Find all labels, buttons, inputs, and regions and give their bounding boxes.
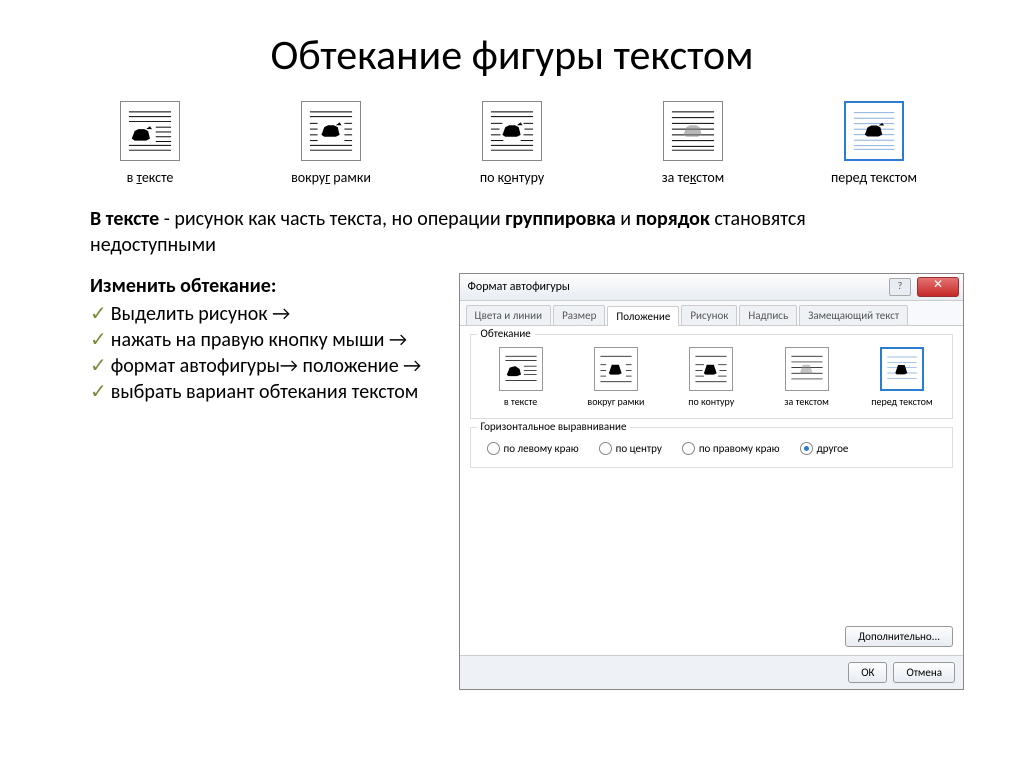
wrap-inline-label: в тексте — [127, 169, 174, 186]
dialog-titlebar[interactable]: Формат автофигуры ? ✕ — [460, 274, 963, 301]
wrap-behind-label: за текстом — [662, 169, 724, 186]
wrap-fieldset: Обтекание в тексте вокруг рамки по ко — [470, 334, 953, 419]
tab-picture[interactable]: Рисунок — [681, 305, 737, 325]
dialog-title: Формат автофигуры — [468, 280, 570, 294]
instructions-block: Изменить обтекание: Выделить рисунок → н… — [60, 273, 439, 690]
wrap-tight-icon — [689, 347, 733, 391]
tab-size[interactable]: Размер — [553, 305, 605, 325]
help-button[interactable]: ? — [889, 278, 911, 296]
wrap-options-row: в тексте вокруг рамки — [60, 101, 964, 186]
advanced-button[interactable]: Дополнительно... — [845, 626, 953, 647]
cancel-button[interactable]: Отмена — [893, 662, 955, 683]
slide-title: Обтекание фигуры текстом — [60, 30, 964, 81]
tab-alttext[interactable]: Замещающий текст — [799, 305, 908, 325]
align-fieldset-label: Горизонтальное выравнивание — [477, 420, 631, 433]
wrap-choice-behind[interactable]: за текстом — [767, 347, 847, 408]
wrap-behind-icon — [785, 347, 829, 391]
instructions-title: Изменить обтекание: — [90, 273, 439, 299]
tab-colors[interactable]: Цвета и линии — [466, 305, 552, 325]
wrap-option-front: перед текстом — [814, 101, 934, 186]
dialog-footer: ОК Отмена — [460, 655, 963, 689]
close-button[interactable]: ✕ — [917, 277, 959, 297]
wrap-option-tight: по контуру — [452, 101, 572, 186]
dialog-body: Обтекание в тексте вокруг рамки по ко — [460, 326, 963, 655]
tab-textbox[interactable]: Надпись — [739, 305, 797, 325]
instruction-step: выбрать вариант обтекания текстом — [90, 379, 439, 405]
align-left-option[interactable]: по левому краю — [487, 442, 579, 455]
wrap-choice-front[interactable]: перед текстом — [862, 347, 942, 408]
wrap-front-icon — [880, 347, 924, 391]
align-other-option[interactable]: другое — [800, 442, 849, 455]
wrap-option-behind: за текстом — [633, 101, 753, 186]
wrap-square-icon — [594, 347, 638, 391]
tab-position[interactable]: Положение — [607, 306, 679, 326]
wrap-tight-label: по контуру — [480, 169, 544, 186]
wrap-choice-tight[interactable]: по контуру — [671, 347, 751, 408]
wrap-choice-inline[interactable]: в тексте — [481, 347, 561, 408]
instruction-step: Выделить рисунок → — [90, 301, 439, 327]
align-center-option[interactable]: по центру — [599, 442, 662, 455]
wrap-inline-icon — [120, 101, 180, 161]
align-fieldset: Горизонтальное выравнивание по левому кр… — [470, 427, 953, 468]
wrap-inline-icon — [499, 347, 543, 391]
wrap-square-icon — [301, 101, 361, 161]
wrap-behind-icon — [663, 101, 723, 161]
instruction-step: нажать на правую кнопку мыши → — [90, 327, 439, 353]
wrap-choice-square[interactable]: вокруг рамки — [576, 347, 656, 408]
wrap-tight-icon — [482, 101, 542, 161]
wrap-option-inline: в тексте — [90, 101, 210, 186]
wrap-square-label: вокруг рамки — [291, 169, 371, 186]
format-autoshape-dialog: Формат автофигуры ? ✕ Цвета и линии Разм… — [459, 273, 964, 690]
ok-button[interactable]: ОК — [848, 662, 887, 683]
description-text: В тексте - рисунок как часть текста, но … — [90, 206, 934, 258]
wrap-fieldset-label: Обтекание — [477, 327, 535, 340]
wrap-option-square: вокруг рамки — [271, 101, 391, 186]
instruction-step: формат автофигуры→ положение → — [90, 353, 439, 379]
wrap-front-label: перед текстом — [831, 169, 917, 186]
wrap-front-icon — [844, 101, 904, 161]
align-right-option[interactable]: по правому краю — [682, 442, 780, 455]
dialog-tabs: Цвета и линии Размер Положение Рисунок Н… — [460, 301, 963, 326]
